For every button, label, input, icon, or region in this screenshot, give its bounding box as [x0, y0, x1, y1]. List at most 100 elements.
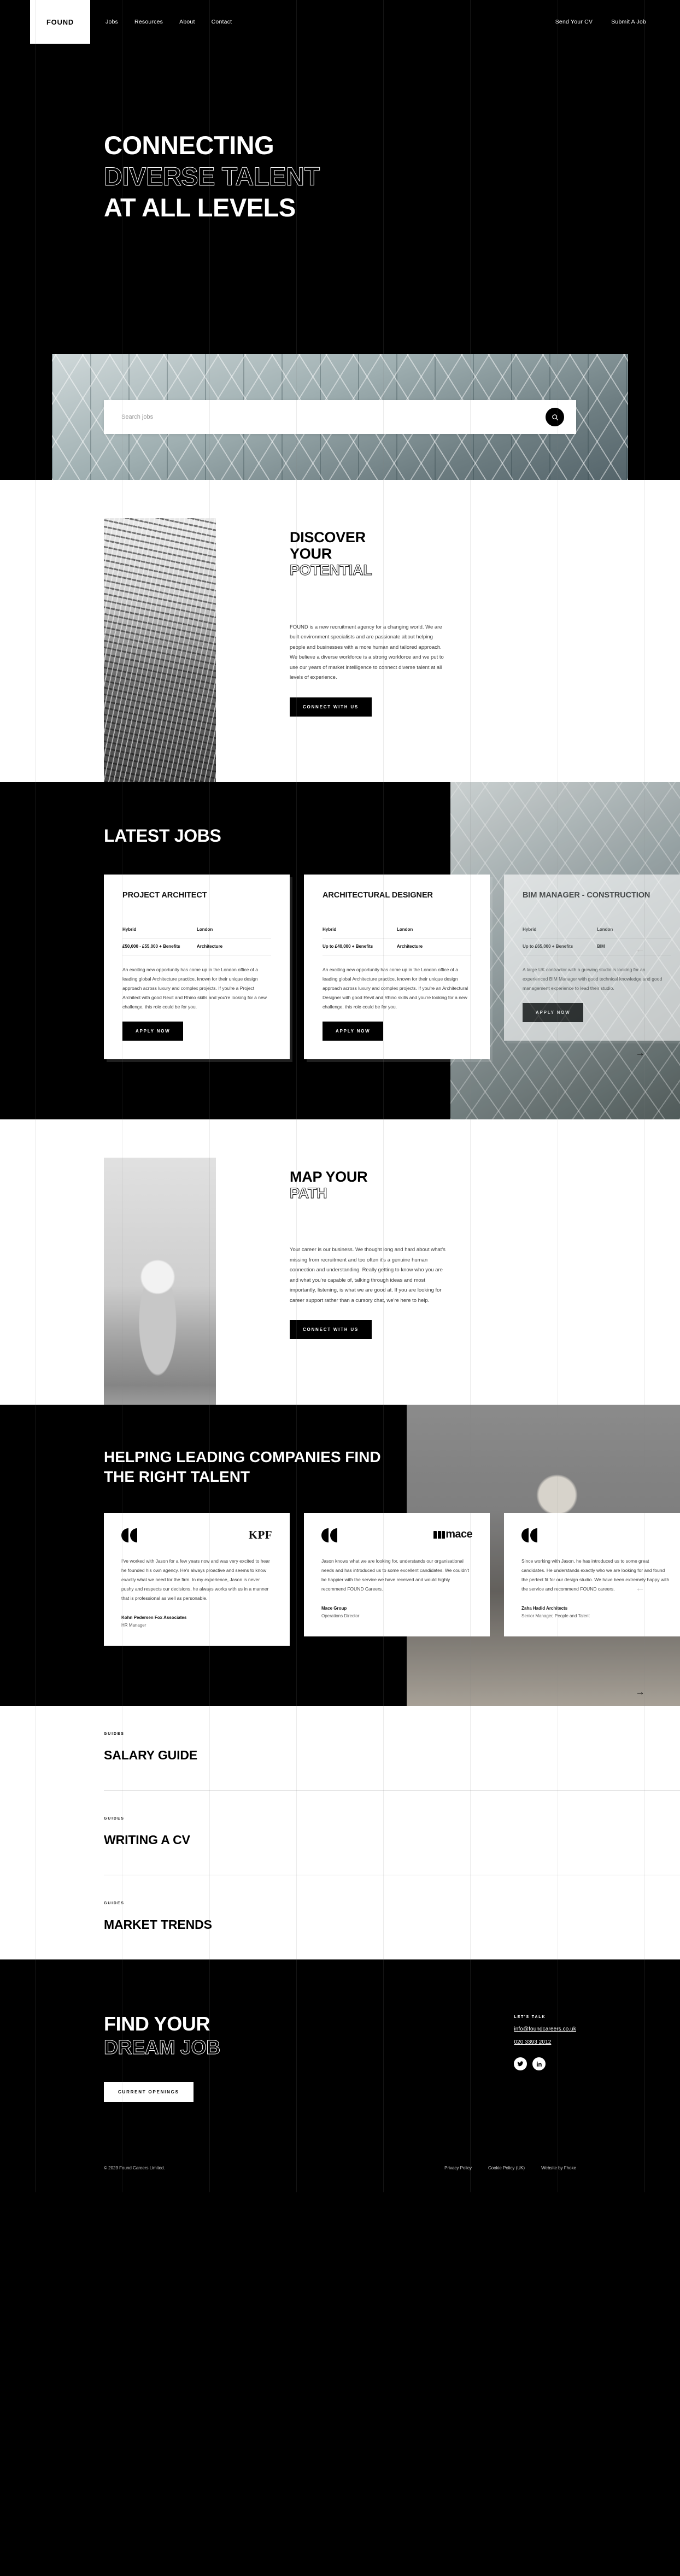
- testimonials-carousel-nav: ← →: [631, 1513, 664, 1697]
- tower-photo: [104, 518, 216, 802]
- job-meta: Hybrid London Up to £40,000 + Benefits A…: [323, 922, 471, 955]
- send-your-cv-link[interactable]: Send Your CV: [555, 19, 593, 25]
- testimonials-carousel[interactable]: KPF I've worked with Jason for a few yea…: [104, 1513, 680, 1697]
- guides-section: GUIDES SALARY GUIDE GUIDES WRITING A CV …: [0, 1706, 680, 1960]
- cookie-policy-link[interactable]: Cookie Policy (UK): [488, 2166, 525, 2170]
- job-description: An exciting new opportunity has come up …: [122, 966, 267, 1010]
- discover-line-3: POTENTIAL: [290, 562, 373, 579]
- latest-jobs-section: LATEST JOBS PROJECT ARCHITECT Hybrid Lon…: [0, 782, 680, 1119]
- submit-a-job-link[interactable]: Submit A Job: [611, 19, 646, 25]
- job-salary: Up to £40,000 + Benefits: [323, 938, 397, 955]
- footer-phone-link[interactable]: 020 3393 2012: [514, 2039, 576, 2045]
- footer-line-2: DREAM JOB: [104, 2036, 221, 2059]
- testimonials-next-arrow-button[interactable]: →: [631, 1682, 649, 1701]
- mace-blocks-icon: [433, 1530, 445, 1539]
- guide-row-market-trends[interactable]: GUIDES MARKET TRENDS: [104, 1875, 680, 1959]
- discover-line-1: DISCOVER: [290, 529, 366, 545]
- hero-line-1: CONNECTING: [104, 131, 274, 160]
- guide-kicker: GUIDES: [104, 1902, 125, 1906]
- companies-heading: HELPING LEADING COMPANIES FIND THE RIGHT…: [104, 1448, 381, 1486]
- testimonial-role: HR Manager: [121, 1623, 146, 1628]
- discover-body: DISCOVER YOUR POTENTIAL FOUND is a new r…: [290, 529, 574, 717]
- job-card[interactable]: ARCHITECTURAL DESIGNER Hybrid London Up …: [304, 874, 490, 1059]
- search-icon: [552, 414, 558, 420]
- footer-line-1: FIND YOUR: [104, 2012, 210, 2035]
- path-section: MAP YOUR PATH Your career is our busines…: [0, 1119, 680, 1442]
- nav-item-about[interactable]: About: [179, 19, 195, 25]
- discover-connect-button[interactable]: CONNECT WITH US: [290, 697, 372, 717]
- nav-actions: Send Your CV Submit A Job: [555, 0, 646, 44]
- companies-section: HELPING LEADING COMPANIES FIND THE RIGHT…: [0, 1405, 680, 1706]
- twitter-icon[interactable]: [514, 2057, 527, 2071]
- testimonial-quote: Jason knows what we are looking for, und…: [321, 1558, 469, 1592]
- testimonials-prev-arrow-button[interactable]: ←: [631, 1579, 649, 1597]
- nav-item-resources[interactable]: Resources: [134, 19, 163, 25]
- hero-line-3: AT ALL LEVELS: [104, 192, 296, 222]
- path-connect-button[interactable]: CONNECT WITH US: [290, 1320, 372, 1340]
- discover-heading: DISCOVER YOUR POTENTIAL: [290, 529, 574, 579]
- job-search-band: [0, 354, 680, 480]
- job-location: London: [397, 922, 471, 938]
- testimonial-card[interactable]: KPF I've worked with Jason for a few yea…: [104, 1513, 290, 1646]
- nav-item-contact[interactable]: Contact: [212, 19, 232, 25]
- client-logo-mace: mace: [433, 1528, 473, 1541]
- jobs-next-arrow-button[interactable]: →: [631, 1044, 649, 1063]
- nav-item-jobs[interactable]: Jobs: [105, 19, 118, 25]
- testimonial-header: mace: [321, 1528, 473, 1547]
- band-right-mask: [628, 354, 680, 480]
- quote-icon: [121, 1528, 137, 1543]
- job-title: ARCHITECTURAL DESIGNER: [323, 890, 433, 900]
- discover-paragraph: FOUND is a new recruitment agency for a …: [290, 624, 444, 681]
- guide-row-salary-guide[interactable]: GUIDES SALARY GUIDE: [104, 1706, 680, 1791]
- search-submit-button[interactable]: [546, 408, 564, 426]
- job-card[interactable]: PROJECT ARCHITECT Hybrid London £50,000 …: [104, 874, 290, 1059]
- footer-email-link[interactable]: info@foundcareers.co.uk: [514, 2026, 576, 2032]
- quote-icon: [521, 1528, 537, 1543]
- guide-title: MARKET TRENDS: [104, 1917, 212, 1932]
- testimonial-header: KPF: [121, 1528, 272, 1547]
- copyright-text: © 2023 Found Careers Limited.: [104, 2166, 165, 2171]
- guide-title: SALARY GUIDE: [104, 1748, 198, 1763]
- job-description: An exciting new opportunity has come up …: [323, 966, 468, 1010]
- job-work-type: Hybrid: [523, 922, 597, 938]
- testimonial-company: Kohn Pedersen Fox Associates: [121, 1615, 187, 1621]
- testimonial-role: Senior Manager, People and Talent: [521, 1613, 590, 1619]
- job-search-form: [104, 400, 576, 434]
- lets-talk-label: LET'S TALK: [514, 2015, 546, 2020]
- privacy-policy-link[interactable]: Privacy Policy: [444, 2166, 472, 2170]
- jobs-carousel[interactable]: PROJECT ARCHITECT Hybrid London £50,000 …: [104, 874, 680, 1059]
- path-line-2: PATH: [290, 1185, 328, 1202]
- path-body: MAP YOUR PATH Your career is our busines…: [290, 1169, 574, 1340]
- city-photo: [104, 1157, 216, 1442]
- jobs-prev-arrow-button[interactable]: ←: [631, 940, 649, 959]
- linkedin-icon[interactable]: [532, 2057, 546, 2071]
- client-logo-kpf: KPF: [248, 1528, 272, 1542]
- apply-now-button[interactable]: APPLY NOW: [122, 1021, 184, 1041]
- footer-contact-block: LET'S TALK info@foundcareers.co.uk 020 3…: [514, 2012, 576, 2102]
- testimonial-card[interactable]: mace Jason knows what we are looking for…: [304, 1513, 490, 1637]
- social-links: [514, 2057, 576, 2071]
- testimonial-role: Operations Director: [321, 1613, 360, 1619]
- guide-title: WRITING A CV: [104, 1833, 190, 1847]
- job-salary: Up to £65,000 + Benefits: [523, 938, 597, 955]
- twitter-bird-icon: [517, 2061, 524, 2067]
- job-title: PROJECT ARCHITECT: [122, 890, 207, 900]
- hero-line-2: DIVERSE TALENT: [104, 161, 320, 191]
- latest-jobs-heading: LATEST JOBS: [104, 825, 221, 846]
- hero-headline: CONNECTING DIVERSE TALENT AT ALL LEVELS: [104, 130, 320, 224]
- apply-now-button[interactable]: APPLY NOW: [523, 1002, 584, 1022]
- discover-line-2: YOUR: [290, 545, 332, 562]
- logo-found[interactable]: FOUND: [30, 0, 90, 44]
- nav-links: Jobs Resources About Contact: [105, 0, 232, 44]
- website-credit-link[interactable]: Website by Fhoke: [541, 2166, 576, 2170]
- testimonial-attribution: Kohn Pedersen Fox Associates HR Manager: [121, 1614, 272, 1629]
- guide-row-writing-a-cv[interactable]: GUIDES WRITING A CV: [104, 1791, 680, 1876]
- jobs-carousel-nav: ← →: [631, 875, 664, 1059]
- apply-now-button[interactable]: APPLY NOW: [323, 1021, 384, 1041]
- search-input[interactable]: [121, 414, 546, 420]
- main-navigation: FOUND Jobs Resources About Contact Send …: [0, 0, 680, 44]
- current-openings-button[interactable]: CURRENT OPENINGS: [104, 2082, 194, 2103]
- footer-heading: FIND YOUR DREAM JOB: [104, 2012, 221, 2059]
- testimonial-attribution: Mace Group Operations Director: [321, 1605, 472, 1620]
- hero-section: FOUND Jobs Resources About Contact Send …: [0, 0, 680, 354]
